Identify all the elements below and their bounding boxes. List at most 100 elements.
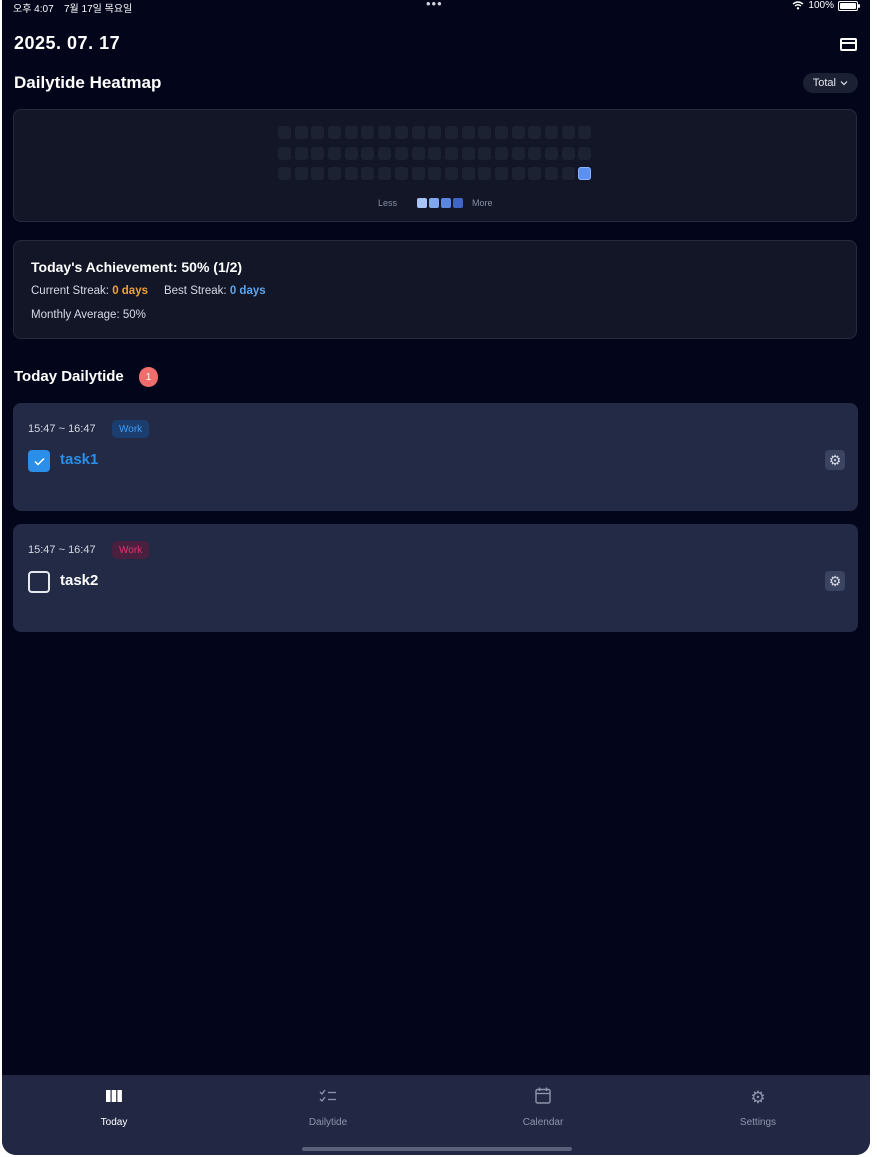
current-streak-label: Current Streak: (31, 285, 109, 297)
heatmap-cell (361, 146, 375, 160)
heatmap-cell (444, 167, 458, 180)
heatmap-cell (344, 167, 358, 180)
heatmap-cell (528, 146, 542, 160)
heatmap-cell (478, 146, 492, 160)
heatmap-filter-dropdown[interactable]: Total (802, 73, 858, 93)
heatmap-cell (361, 167, 375, 180)
home-indicator[interactable] (302, 1147, 572, 1151)
heatmap-cell (294, 146, 308, 160)
monthly-average: Monthly Average: 50% (31, 309, 146, 321)
heatmap-cell (528, 126, 542, 139)
heatmap-cell (378, 167, 392, 180)
gear-icon: ⚙ (750, 1088, 766, 1107)
heatmap-cell (494, 167, 508, 180)
today-icon (54, 1087, 174, 1109)
heatmap-legend: Less More (378, 198, 493, 208)
task-count-badge: 1 (139, 367, 158, 387)
heatmap-cell (394, 146, 408, 160)
multitasking-dots-icon[interactable]: ••• (426, 0, 443, 11)
heatmap-cell (478, 167, 492, 180)
heatmap-cell (545, 167, 558, 180)
tab-label: Settings (739, 1117, 777, 1128)
heatmap-cell (411, 167, 425, 180)
heatmap-filter-label: Total (812, 77, 836, 89)
heatmap-cell (511, 146, 525, 160)
tab-today[interactable]: Today (54, 1087, 174, 1128)
task-checkbox-checked[interactable] (28, 450, 50, 472)
heatmap-cell (278, 167, 291, 180)
tab-calendar[interactable]: Calendar (483, 1087, 603, 1128)
heatmap-cell (528, 167, 542, 180)
heatmap-cell (511, 167, 525, 180)
heatmap-cell (378, 126, 392, 139)
task-card[interactable]: 15:47 ~ 16:47 Work task2 ⚙ (13, 524, 858, 632)
heatmap-cell (311, 167, 325, 180)
heatmap-cell (428, 126, 442, 139)
tab-dailytide[interactable]: Dailytide (268, 1087, 388, 1128)
gear-icon: ⚙ (828, 572, 842, 589)
battery-percent: 100% (808, 0, 834, 11)
heatmap-cell (278, 146, 291, 160)
heatmap-cell (494, 126, 508, 139)
task-settings-button[interactable]: ⚙ (825, 571, 845, 591)
heatmap-cell (344, 146, 358, 160)
heatmap-grid (278, 126, 592, 180)
task-name: task1 (60, 451, 99, 468)
heatmap-panel: Less More (13, 109, 857, 222)
heatmap-cell (561, 167, 575, 180)
task-card[interactable]: 15:47 ~ 16:47 Work task1 ⚙ (13, 403, 858, 511)
streak-line: Current Streak: 0 days Best Streak: 0 da… (31, 285, 266, 297)
tab-settings[interactable]: ⚙ Settings (698, 1087, 818, 1128)
heatmap-cell (294, 167, 308, 180)
tab-bar: Today Dailytide Calendar ⚙ Settings (2, 1075, 870, 1155)
heatmap-cell (444, 146, 458, 160)
wifi-icon (792, 1, 804, 10)
gear-icon: ⚙ (828, 451, 842, 468)
heatmap-cell (294, 126, 308, 139)
heatmap-cell (411, 146, 425, 160)
app-screen: 오후 4:07 7월 17일 목요일 ••• 100% 2025. 07. 17… (2, 0, 870, 1155)
heatmap-cell (444, 126, 458, 139)
checkmark-icon (33, 457, 45, 466)
heatmap-cell (478, 126, 492, 139)
heatmap-cell (344, 126, 358, 139)
heatmap-cell (461, 146, 475, 160)
task-time: 15:47 ~ 16:47 (28, 544, 96, 556)
heatmap-cell (578, 167, 592, 180)
status-bar: 오후 4:07 7월 17일 목요일 ••• 100% (2, 0, 870, 15)
heatmap-cell (428, 146, 442, 160)
checklist-icon (268, 1087, 388, 1109)
calendar-icon (483, 1087, 603, 1109)
legend-more-label: More (472, 198, 493, 208)
task-settings-button[interactable]: ⚙ (825, 450, 845, 470)
heatmap-cell (311, 126, 325, 139)
chevron-down-icon (840, 81, 848, 86)
task-checkbox-unchecked[interactable] (28, 571, 50, 593)
heatmap-cell (278, 126, 291, 139)
heatmap-cell (561, 146, 575, 160)
legend-swatch (441, 198, 452, 208)
heatmap-cell (361, 126, 375, 139)
heatmap-cell (461, 167, 475, 180)
heatmap-cell (428, 167, 442, 180)
battery-icon (838, 0, 860, 11)
heatmap-cell (494, 146, 508, 160)
legend-less-label: Less (378, 198, 398, 208)
current-streak-value: 0 days (112, 285, 148, 297)
heatmap-cell (578, 146, 592, 160)
tab-label: Today (100, 1117, 128, 1128)
heatmap-cell (378, 146, 392, 160)
heatmap-cell (394, 167, 408, 180)
status-date: 7월 17일 목요일 (64, 4, 133, 15)
page-title: 2025. 07. 17 (14, 33, 121, 53)
card-icon[interactable] (840, 38, 857, 51)
legend-swatch (453, 198, 464, 208)
achievement-title: Today's Achievement: 50% (1/2) (31, 259, 243, 275)
heatmap-cell (511, 126, 525, 139)
heatmap-cell (394, 126, 408, 139)
heatmap-title: Dailytide Heatmap (14, 73, 162, 92)
heatmap-cell (328, 167, 342, 180)
achievement-panel: Today's Achievement: 50% (1/2) Current S… (13, 240, 857, 339)
heatmap-cell (311, 146, 325, 160)
status-indicators: 100% (792, 0, 860, 11)
